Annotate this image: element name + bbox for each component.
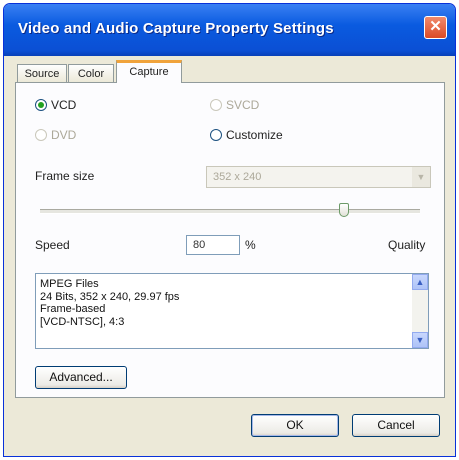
frame-size-label: Frame size [35,169,95,183]
info-line: [VCD-NTSC], 4:3 [40,315,125,328]
radio-button-icon [35,129,47,141]
dialog-window: Video and Audio Capture Property Setting… [3,3,456,457]
scroll-down-button[interactable]: ▼ [412,332,428,348]
radio-svcd-label: SVCD [226,98,260,112]
speed-label: Speed [35,238,70,252]
radio-customize[interactable]: Customize [210,128,283,142]
ok-button[interactable]: OK [251,414,339,437]
chevron-up-icon: ▲ [415,277,425,287]
format-info-box[interactable]: MPEG Files 24 Bits, 352 x 240, 29.97 fps… [35,273,429,349]
speed-quality-slider[interactable] [40,209,420,214]
radio-svcd[interactable]: SVCD [210,98,259,112]
radio-customize-label: Customize [226,128,283,142]
info-line: Frame-based [40,303,106,315]
radio-button-icon [35,99,47,111]
radio-dvd[interactable]: DVD [35,128,76,142]
tab-capture[interactable]: Capture [116,60,182,83]
quality-label: Quality [388,238,426,252]
radio-button-icon [210,99,222,111]
tab-color[interactable]: Color [68,64,114,82]
title-bar[interactable]: Video and Audio Capture Property Setting… [4,4,455,56]
radio-dvd-label: DVD [51,128,77,142]
info-line: 24 Bits, 352 x 240, 29.97 fps [40,290,180,303]
info-scrollbar[interactable]: ▲ ▼ [412,274,428,348]
scroll-up-button[interactable]: ▲ [412,274,428,290]
frame-size-select[interactable]: 352 x 240 ▼ [206,166,431,188]
slider-thumb[interactable] [339,203,349,217]
radio-vcd[interactable]: VCD [35,98,76,112]
chevron-down-icon: ▼ [415,335,425,345]
percent-unit: % [245,238,256,252]
frame-size-value: 352 x 240 [213,171,262,183]
chevron-down-icon: ▼ [412,167,430,187]
advanced-button[interactable]: Advanced... [35,366,127,389]
format-info-lines: MPEG Files 24 Bits, 352 x 240, 29.97 fps… [36,274,428,328]
window-title: Video and Audio Capture Property Setting… [18,20,334,37]
tab-source[interactable]: Source [17,64,67,82]
radio-button-icon [210,129,222,141]
info-line: MPEG Files [40,278,99,290]
speed-input[interactable]: 80 [186,235,240,255]
close-button[interactable]: ✕ [424,16,447,39]
radio-vcd-label: VCD [51,98,77,112]
capture-panel: VCD SVCD DVD Customize Frame size 352 x … [15,82,445,398]
close-icon: ✕ [429,18,442,35]
cancel-button[interactable]: Cancel [352,414,440,437]
